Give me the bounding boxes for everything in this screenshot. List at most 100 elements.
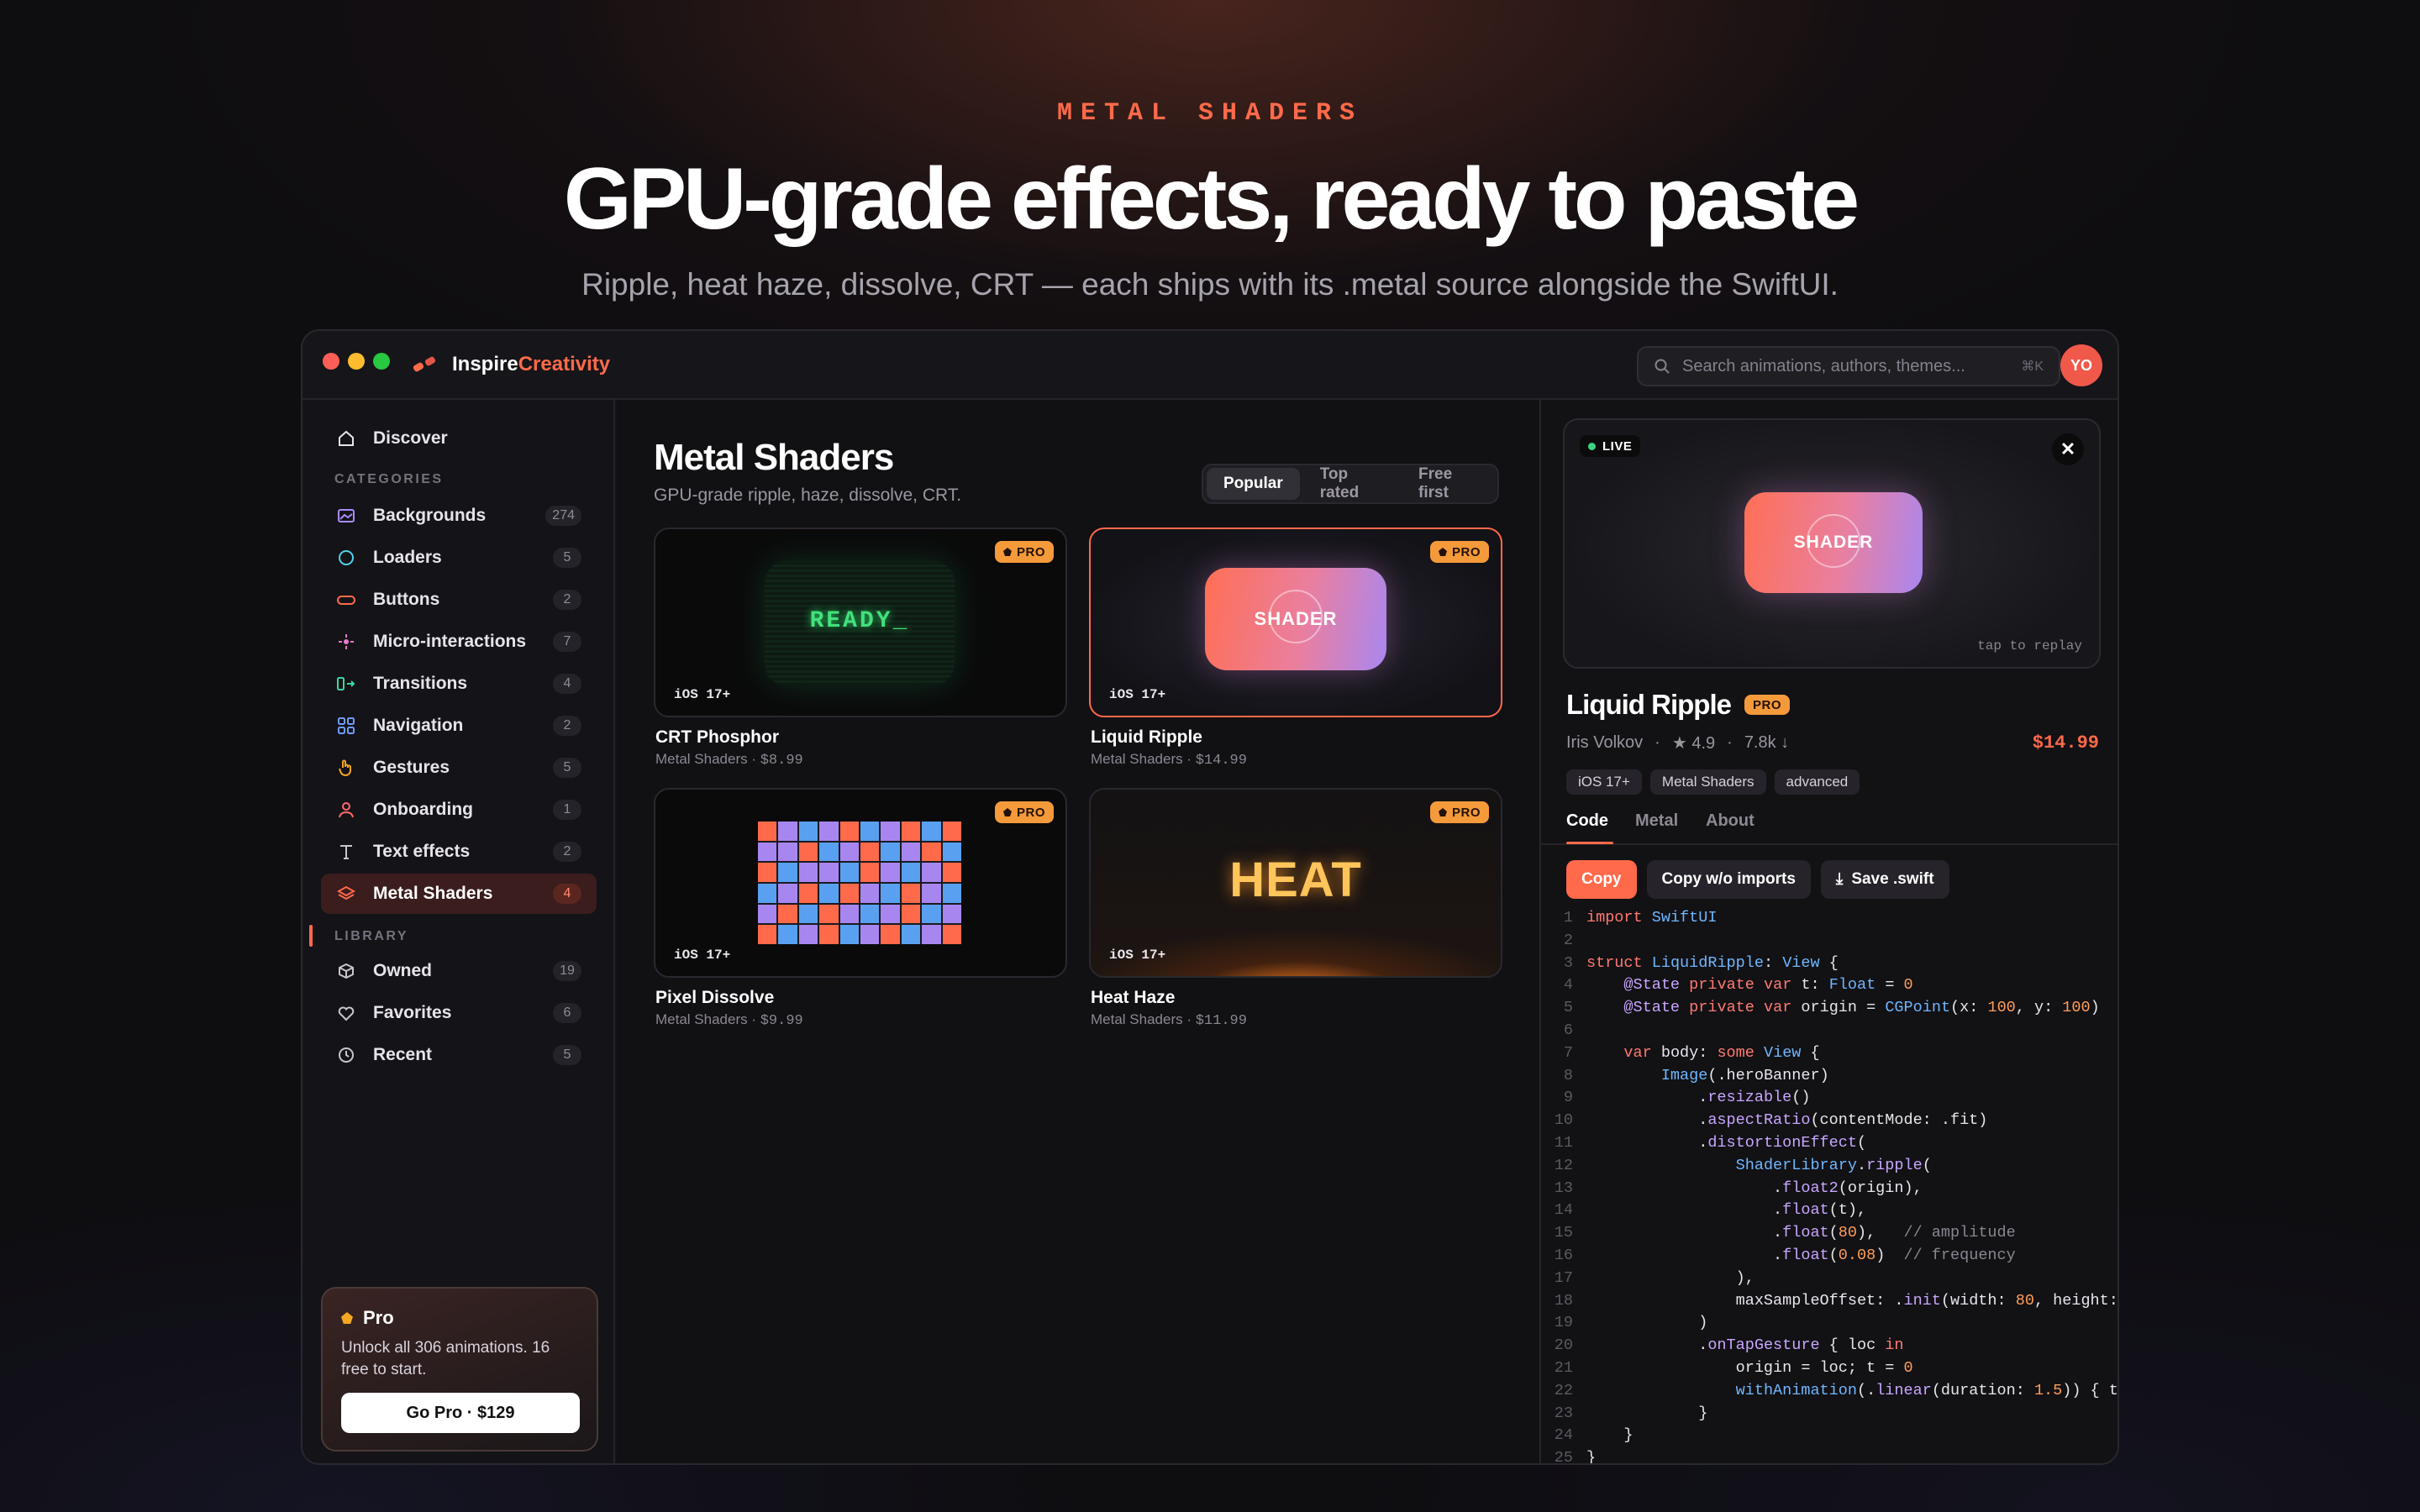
tab-metal[interactable]: Metal [1635,811,1678,831]
code-line: 23 } [1541,1403,2118,1425]
pixel-cell [860,925,880,944]
tab-code[interactable]: Code [1566,811,1608,831]
sort-top-rated[interactable]: Top rated [1303,465,1398,501]
hero-subhead: Ripple, heat haze, dissolve, CRT — each … [581,267,1839,302]
code-actions: Copy Copy w/o imports ⤓ Save .swift [1566,860,1949,899]
pixel-cell [798,842,818,862]
code-line: 14 .float(t), [1541,1200,2118,1222]
pixel-cell [839,842,859,862]
minimize-window-button[interactable] [348,353,365,370]
pro-badge: PRO [1429,801,1489,823]
card-pixel-dissolve[interactable]: PRO iOS 17+ [654,788,1067,978]
card-meta: Metal Shaders · $11.99 [1091,1011,1247,1029]
sidebar-item-backgrounds[interactable]: Backgrounds 274 [321,496,597,536]
sidebar-item-loaders[interactable]: Loaders 5 [321,538,597,578]
brand-logo[interactable]: InspireCreativity [412,348,610,381]
sort-free-first[interactable]: Free first [1402,465,1494,501]
line-text: ShaderLibrary.ripple( [1735,1156,1932,1174]
copy-without-imports-button[interactable]: Copy w/o imports [1646,860,1811,899]
line-number: 15 [1554,1224,1573,1242]
line-number: 2 [1563,931,1573,949]
pixel-cell [922,822,941,841]
pixel-cell [758,822,777,841]
card-liquid-ripple[interactable]: SHADER PRO iOS 17+ [1089,528,1502,717]
zoom-window-button[interactable] [373,353,390,370]
tag[interactable]: iOS 17+ [1566,769,1642,795]
count-badge: 19 [553,961,581,981]
tag[interactable]: advanced [1774,769,1860,795]
count-badge: 2 [553,716,581,736]
close-preview-button[interactable]: ✕ [2052,433,2084,465]
line-number: 9 [1563,1089,1573,1107]
pixel-cell [922,904,941,924]
sidebar-item-onboarding[interactable]: Onboarding 1 [321,790,597,830]
sidebar-item-transitions[interactable]: Transitions 4 [321,664,597,704]
go-pro-button[interactable]: Go Pro · $129 [341,1393,580,1433]
card-title: Liquid Ripple [1091,727,1202,747]
tab-underline [1566,842,1613,844]
close-icon: ✕ [2060,438,2076,459]
sidebar-item-gestures[interactable]: Gestures 5 [321,748,597,788]
line-text: .float(0.08) // frequency [1586,1246,2016,1264]
code-line: 16 .float(0.08) // frequency [1541,1245,2118,1268]
pill-icon [336,590,356,610]
pixel-cell [942,842,961,862]
sidebar-item-discover[interactable]: Discover [321,418,597,459]
crt-text: READY_ [809,608,910,634]
line-text: var body: some View { [1623,1043,1820,1062]
pixel-cell [819,883,839,903]
sidebar-item-metal-shaders[interactable]: Metal Shaders 4 [321,874,597,914]
pixel-cell [839,904,859,924]
code-viewer[interactable]: 1 import SwiftUI 2 3 struct LiquidRipple: Vi… [1541,907,2118,1463]
pixel-cell [942,863,961,882]
sidebar-item-navigation[interactable]: Navigation 2 [321,706,597,746]
author-name[interactable]: Iris Volkov [1566,733,1643,753]
card-crt-phosphor[interactable]: READY_ PRO iOS 17+ [654,528,1067,717]
line-number: 4 [1563,976,1573,995]
sidebar-item-favorites[interactable]: Favorites 6 [321,993,597,1033]
code-line: 22 withAnimation(.linear(duration: 1.5))… [1541,1380,2118,1403]
line-text: ), [1586,1268,1754,1287]
replay-hint: tap to replay [1977,638,2082,654]
pixel-cell [942,883,961,903]
tag[interactable]: Metal Shaders [1649,769,1766,795]
heat-text: HEAT [1229,853,1362,907]
save-swift-button[interactable]: ⤓ Save .swift [1820,860,1949,899]
line-number: 11 [1554,1133,1573,1152]
pixel-cell [922,925,941,944]
tab-about[interactable]: About [1706,811,1754,831]
line-text: withAnimation(.linear(duration: 1.5)) { … [1735,1381,2118,1399]
transition-icon [336,674,356,694]
line-text: import SwiftUI [1586,909,1718,927]
copy-button[interactable]: Copy [1566,860,1637,899]
sort-popular[interactable]: Popular [1207,468,1300,500]
text-icon [336,842,356,862]
layers-icon [336,884,356,904]
live-preview[interactable]: LIVE ✕ SHADER tap to replay [1563,418,2101,669]
live-badge: LIVE [1580,435,1641,457]
pixel-cell [819,863,839,882]
code-line: 3 struct LiquidRipple: View { [1541,953,2118,975]
box-icon [336,961,356,981]
sidebar-item-owned[interactable]: Owned 19 [321,951,597,991]
search-shortcut: ⌘K [2021,360,2044,374]
platform-label: iOS 17+ [674,948,731,963]
star-icon: ★ [1671,734,1687,753]
pixel-cell [819,904,839,924]
circle-icon [336,548,356,568]
line-text: maxSampleOffset: .init(width: 80, height… [1586,1291,2118,1310]
close-window-button[interactable] [323,353,339,370]
avatar[interactable]: YO [2060,344,2102,386]
pixel-cell [860,904,880,924]
card-heat-haze[interactable]: HEAT PRO iOS 17+ [1089,788,1502,978]
sidebar-item-buttons[interactable]: Buttons 2 [321,580,597,620]
pro-card-description: Unlock all 306 animations. 16 free to st… [341,1339,550,1378]
pixel-cell [901,904,921,924]
sidebar-item-micro-interactions[interactable]: Micro-interactions 7 [321,622,597,662]
sidebar-item-recent[interactable]: Recent 5 [321,1035,597,1075]
pixel-cell [798,925,818,944]
sidebar-item-text-effects[interactable]: Text effects 2 [321,832,597,872]
search-input[interactable]: Search animations, authors, themes... ⌘K [1637,346,2060,386]
pixel-cell [758,925,777,944]
sidebar-item-label: Navigation [373,716,464,735]
